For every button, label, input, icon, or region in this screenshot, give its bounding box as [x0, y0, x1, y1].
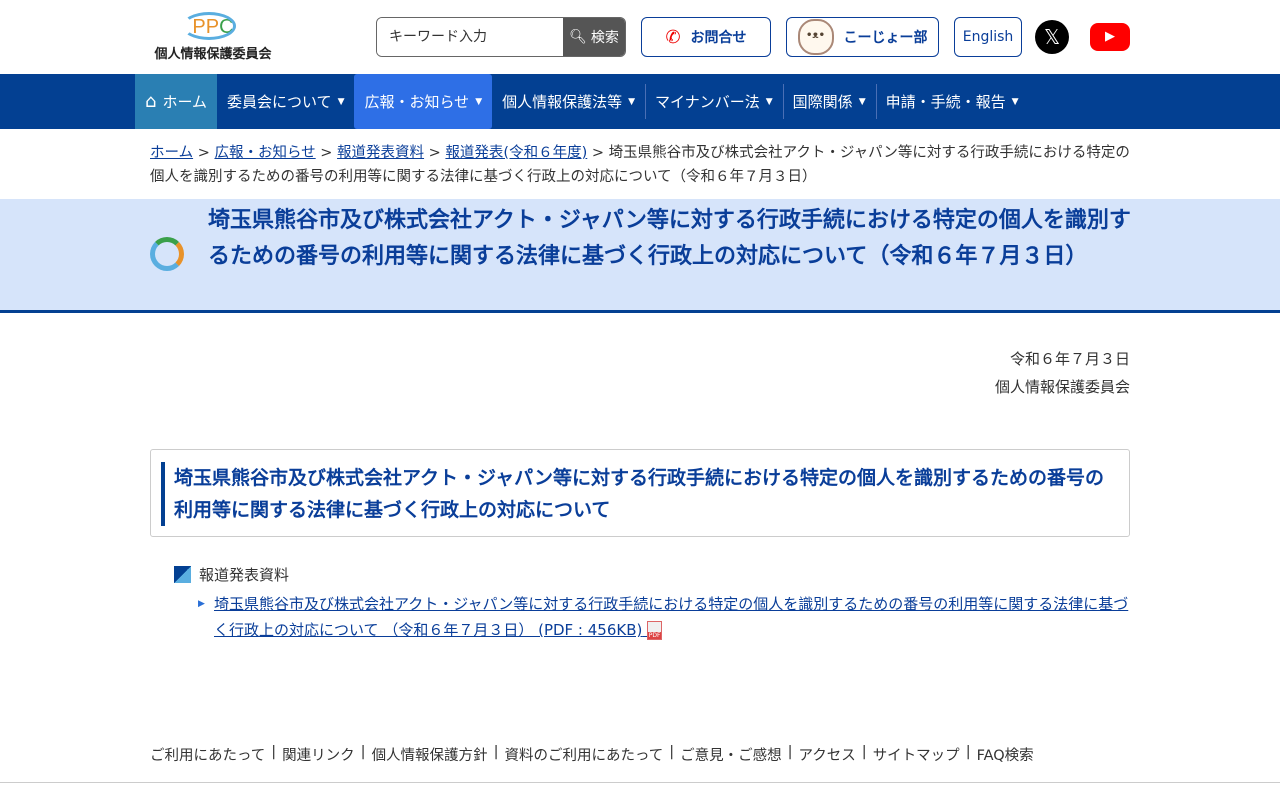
breadcrumb: ホーム > 広報・お知らせ > 報道発表資料 > 報道発表(令和６年度) > 埼…: [150, 141, 1135, 189]
triangle-bullet-icon: ▶: [198, 591, 205, 617]
caret-down-icon: ▼: [859, 97, 866, 107]
breadcrumb-press[interactable]: 報道発表資料: [337, 145, 424, 161]
footer-divider: [0, 782, 1280, 783]
page-title: 埼玉県熊谷市及び株式会社アクト・ジャパン等に対する行政手続における特定の個人を識…: [208, 203, 1133, 275]
heading-box: 埼玉県熊谷市及び株式会社アクト・ジャパン等に対する行政手続における特定の個人を識…: [150, 449, 1130, 537]
breadcrumb-news[interactable]: 広報・お知らせ: [214, 145, 315, 161]
breadcrumb-press-r6[interactable]: 報道発表(令和６年度): [445, 145, 587, 161]
document-list-item: ▶ 埼玉県熊谷市及び株式会社アクト・ジャパン等に対する行政手続における特定の個人…: [198, 591, 1133, 643]
footer-link[interactable]: 関連リンク: [282, 744, 355, 765]
nav-privacy-law[interactable]: 個人情報保護法等▼: [492, 74, 645, 129]
kojo-button[interactable]: •ᴥ•こーじょー部: [786, 17, 939, 57]
logo-name: 個人情報保護委員会: [152, 43, 274, 62]
footer-link[interactable]: アクセス: [799, 744, 856, 765]
footer-link[interactable]: FAQ検索: [977, 744, 1034, 765]
search-icon: 🔍︎: [569, 29, 587, 45]
publication-info: 令和６年７月３日 個人情報保護委員会: [995, 345, 1130, 401]
youtube-icon[interactable]: ▶: [1090, 23, 1130, 51]
caret-down-icon: ▼: [766, 97, 773, 107]
nav-home[interactable]: ⌂ホーム: [135, 74, 217, 129]
x-icon[interactable]: 𝕏: [1035, 20, 1069, 54]
nav-applications[interactable]: 申請・手続・報告▼: [876, 74, 1029, 129]
press-materials-label: 報道発表資料: [174, 564, 289, 585]
footer-links: ご利用にあたって| 関連リンク| 個人情報保護方針| 資料のご利用にあたって| …: [150, 744, 1034, 765]
breadcrumb-home[interactable]: ホーム: [150, 145, 193, 161]
home-icon: ⌂: [145, 91, 156, 112]
site-header: PPC 個人情報保護委員会 🔍︎検索 ✆お問合せ •ᴥ•こーじょー部 Engli…: [0, 0, 1280, 74]
phone-icon: ✆: [665, 27, 680, 48]
section-heading: 埼玉県熊谷市及び株式会社アクト・ジャパン等に対する行政手続における特定の個人を識…: [161, 462, 1121, 526]
footer-link[interactable]: ご意見・ご感想: [680, 744, 782, 765]
global-nav: ⌂ホーム 委員会について▼ 広報・お知らせ▼ 個人情報保護法等▼ マイナンバー法…: [0, 74, 1280, 129]
search-input[interactable]: [377, 18, 563, 56]
ppc-logo[interactable]: PPC 個人情報保護委員会: [152, 12, 274, 62]
english-button[interactable]: English: [954, 17, 1022, 57]
contact-button[interactable]: ✆お問合せ: [641, 17, 771, 57]
footer-link[interactable]: 個人情報保護方針: [372, 744, 488, 765]
footer-link[interactable]: ご利用にあたって: [150, 744, 265, 765]
caret-down-icon: ▼: [338, 97, 345, 107]
publication-date: 令和６年７月３日: [995, 345, 1130, 373]
pdf-document-link[interactable]: 埼玉県熊谷市及び株式会社アクト・ジャパン等に対する行政手続における特定の個人を識…: [214, 591, 1133, 643]
caret-down-icon: ▼: [628, 97, 635, 107]
cat-mascot-icon: •ᴥ•: [798, 19, 834, 55]
footer-link[interactable]: 資料のご利用にあたって: [504, 744, 663, 765]
nav-committee[interactable]: 委員会について▼: [217, 74, 354, 129]
nav-mynumber-law[interactable]: マイナンバー法▼: [645, 74, 783, 129]
footer-link[interactable]: サイトマップ: [873, 744, 960, 765]
caret-down-icon: ▼: [1012, 97, 1019, 107]
ring-icon: [150, 237, 184, 271]
nav-international[interactable]: 国際関係▼: [783, 74, 876, 129]
pdf-icon: [647, 621, 662, 640]
title-banner: 埼玉県熊谷市及び株式会社アクト・ジャパン等に対する行政手続における特定の個人を識…: [0, 199, 1280, 313]
publisher: 個人情報保護委員会: [995, 373, 1130, 401]
nav-news[interactable]: 広報・お知らせ▼: [354, 74, 492, 129]
search-button[interactable]: 🔍︎検索: [563, 18, 625, 56]
caret-down-icon: ▼: [475, 97, 482, 107]
square-bullet-icon: [174, 566, 191, 583]
search-form: 🔍︎検索: [376, 17, 626, 57]
